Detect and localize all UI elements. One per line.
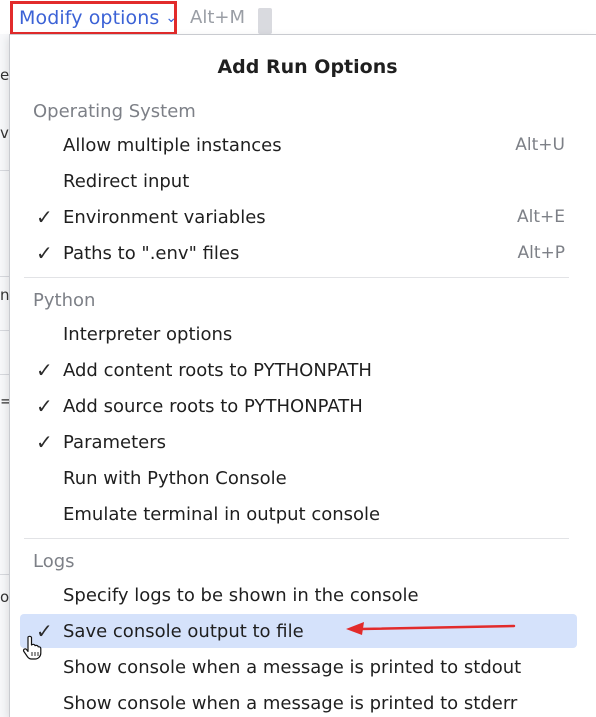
background-divider <box>0 170 9 171</box>
option-label: Save console output to file <box>63 620 304 642</box>
check-icon: ✓ <box>36 394 53 418</box>
option-show-console-stderr[interactable]: Show console when a message is printed t… <box>20 686 577 717</box>
option-emulate-terminal[interactable]: Emulate terminal in output console <box>20 497 577 531</box>
option-run-with-python-console[interactable]: Run with Python Console <box>20 461 577 495</box>
option-label: Run with Python Console <box>63 467 287 489</box>
section-header-python: Python <box>33 290 96 311</box>
option-allow-multiple-instances[interactable]: Allow multiple instances Alt+U <box>20 128 577 162</box>
background-text-fragment: o <box>0 588 10 606</box>
option-shortcut: Alt+U <box>515 135 565 155</box>
option-environment-variables[interactable]: ✓ Environment variables Alt+E <box>20 200 577 234</box>
option-shortcut: Alt+E <box>516 207 565 227</box>
option-show-console-stdout[interactable]: Show console when a message is printed t… <box>20 650 577 684</box>
annotation-arrow-icon <box>346 622 516 635</box>
screen: er v n = o Modify options ⌄ Alt+M Add Ru… <box>0 0 596 717</box>
option-label: Show console when a message is printed t… <box>63 692 518 714</box>
chevron-down-icon: ⌄ <box>165 10 178 26</box>
option-interpreter-options[interactable]: Interpreter options <box>20 317 577 351</box>
check-icon: ✓ <box>36 358 53 382</box>
option-label: Environment variables <box>63 206 266 228</box>
popup-title: Add Run Options <box>217 56 398 78</box>
option-label: Add source roots to PYTHONPATH <box>63 395 363 417</box>
option-paths-to-env-files[interactable]: ✓ Paths to ".env" files Alt+P <box>20 236 577 270</box>
check-icon: ✓ <box>36 430 53 454</box>
check-icon: ✓ <box>36 205 53 229</box>
option-label: Emulate terminal in output console <box>63 503 381 525</box>
option-label: Show console when a message is printed t… <box>63 656 522 678</box>
option-label: Paths to ".env" files <box>63 242 240 264</box>
modify-options-label: Modify options <box>19 7 160 29</box>
option-redirect-input[interactable]: Redirect input <box>20 164 577 198</box>
modify-options-button[interactable]: Modify options ⌄ <box>10 1 177 35</box>
option-add-content-roots[interactable]: ✓ Add content roots to PYTHONPATH <box>20 353 577 387</box>
check-icon: ✓ <box>36 241 53 265</box>
background-divider <box>0 374 9 375</box>
hand-cursor-icon <box>22 635 42 660</box>
background-divider <box>0 330 9 331</box>
background-text-fragment: v <box>0 124 9 142</box>
option-label: Redirect input <box>63 170 190 192</box>
add-run-options-popup: Add Run Options Operating System Allow m… <box>9 34 596 717</box>
section-divider <box>24 538 569 539</box>
option-specify-logs[interactable]: Specify logs to be shown in the console <box>20 578 577 612</box>
background-divider <box>0 276 9 277</box>
option-parameters[interactable]: ✓ Parameters <box>20 425 577 459</box>
option-label: Add content roots to PYTHONPATH <box>63 359 372 381</box>
section-header-logs: Logs <box>33 551 75 572</box>
option-label: Allow multiple instances <box>63 134 282 156</box>
option-add-source-roots[interactable]: ✓ Add source roots to PYTHONPATH <box>20 389 577 423</box>
run-config-toolbar: Modify options ⌄ Alt+M <box>0 0 596 35</box>
option-shortcut: Alt+P <box>517 243 565 263</box>
option-label: Interpreter options <box>63 323 233 345</box>
option-label: Specify logs to be shown in the console <box>63 584 419 606</box>
modify-options-shortcut: Alt+M <box>190 7 245 28</box>
option-label: Parameters <box>63 431 167 453</box>
section-header-operating-system: Operating System <box>33 101 196 122</box>
section-divider <box>24 277 569 278</box>
background-divider <box>0 574 9 575</box>
scrollbar-thumb[interactable] <box>258 8 272 34</box>
